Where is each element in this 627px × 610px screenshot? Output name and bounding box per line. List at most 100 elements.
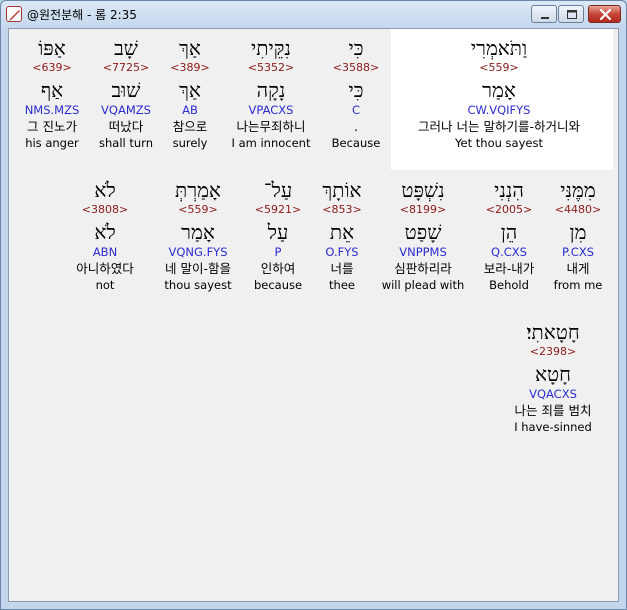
morphology-code: P: [274, 245, 282, 259]
hebrew-word: חָטָאתִי׃: [526, 320, 580, 344]
strong-number[interactable]: <5921>: [254, 202, 302, 218]
word-block-row2-2[interactable]: אָמַרְתְּ <559> אָמַר VQNG.FYS 네 말이-함을 t…: [164, 178, 231, 293]
morphology-code: VQACXS: [529, 387, 577, 401]
morphology-code: Q.CXS: [491, 245, 527, 259]
window-bottom-border: [1, 602, 626, 609]
korean-gloss: 심판하리라: [394, 261, 452, 276]
strong-number[interactable]: <639>: [25, 60, 80, 76]
english-gloss: his anger: [25, 136, 79, 150]
strong-number[interactable]: <5352>: [232, 60, 311, 76]
hebrew-word: נִשְׁפָּט: [401, 178, 445, 202]
word-block-row1-6-selected[interactable]: וַתֹּאמְרִי <559> אָמַר CW.VQIFYS 그러나 너는…: [418, 36, 580, 151]
hebrew-word: שָׁב: [114, 36, 138, 60]
word-block-row3-1[interactable]: חָטָאתִי׃ <2398> חָטָא VQACXS 나는 죄를 범치 I…: [514, 320, 592, 435]
strong-number[interactable]: <853>: [322, 202, 361, 218]
word-block-row2-6[interactable]: הִנְנִי <2005> הֵן Q.CXS 보라-내가 Behold: [484, 178, 535, 293]
korean-gloss: 인하여: [260, 261, 296, 276]
korean-gloss: 네 말이-함을: [165, 261, 231, 276]
hebrew-lemma: מִן: [569, 220, 587, 244]
english-gloss: shall turn: [99, 136, 153, 150]
hebrew-word: מִמֶּנִּי: [560, 178, 596, 202]
english-gloss: because: [253, 278, 303, 292]
morphology-code: C: [351, 103, 361, 117]
word-block-row1-1[interactable]: אַפּוֹ <639> אַף NMS.MZS 그 진노가 his anger: [25, 36, 80, 151]
word-block-row1-5[interactable]: כִּי <3588> כִּי C . Because: [332, 36, 381, 151]
english-gloss: will plead with: [381, 278, 465, 292]
korean-gloss: 나는 죄를 범치: [514, 403, 592, 418]
hebrew-lemma: לֹא: [94, 220, 116, 244]
morphology-code: VQNG.FYS: [168, 245, 228, 259]
close-icon: [599, 8, 612, 21]
strong-number[interactable]: <8199>: [382, 202, 465, 218]
minimize-icon: [541, 17, 549, 19]
word-block-row1-4[interactable]: נִקֵּיתִי <5352> נָקָה VPACXS 나는무죄하니 I a…: [232, 36, 311, 151]
english-gloss: Because: [331, 136, 381, 150]
hebrew-lemma: עַל: [267, 220, 289, 244]
hebrew-lemma: הֵן: [500, 220, 518, 244]
hebrew-word: הִנְנִי: [494, 178, 524, 202]
english-gloss: not: [95, 278, 115, 292]
hebrew-lemma: חָטָא: [535, 362, 571, 386]
english-gloss: surely: [172, 136, 208, 150]
morphology-code: VPACXS: [248, 103, 294, 117]
korean-gloss: .: [354, 119, 358, 134]
korean-gloss: 참으로: [172, 119, 208, 134]
word-block-row2-4[interactable]: אוֹתָךְ <853> אֵת O.FYS 너를 thee: [322, 178, 361, 293]
english-gloss: from me: [553, 278, 603, 292]
strong-number[interactable]: <7725>: [99, 60, 153, 76]
hebrew-word: אַפּוֹ: [38, 36, 66, 60]
strong-number[interactable]: <4480>: [554, 202, 603, 218]
word-block-row2-1[interactable]: לֹא <3808> לֹא ABN 아니하였다 not: [76, 178, 134, 293]
korean-gloss: 나는무죄하니: [236, 119, 306, 134]
word-block-row2-5[interactable]: נִשְׁפָּט <8199> שָׁפַט VNPPMS 심판하리라 wil…: [382, 178, 465, 293]
minimize-button[interactable]: [531, 5, 557, 23]
strong-number[interactable]: <559>: [164, 202, 231, 218]
hebrew-lemma: אֵת: [329, 220, 355, 244]
maximize-icon: [567, 10, 577, 19]
hebrew-word: אָמַרְתְּ: [175, 178, 221, 202]
morphology-code: VNPPMS: [399, 245, 447, 259]
english-gloss: I have-sinned: [514, 420, 592, 434]
korean-gloss: 보라-내가: [483, 261, 535, 276]
english-gloss: Yet thou sayest: [455, 136, 543, 150]
korean-gloss: 너를: [330, 261, 354, 276]
morphology-code: NMS.MZS: [24, 103, 80, 117]
analysis-panel[interactable]: אַפּוֹ <639> אַף NMS.MZS 그 진노가 his anger…: [8, 28, 619, 602]
hebrew-lemma: כִּי: [348, 78, 364, 102]
hebrew-lemma: אָמַר: [181, 220, 215, 244]
close-button[interactable]: [588, 5, 621, 23]
hebrew-lemma: אַךְ: [179, 78, 201, 102]
strong-number[interactable]: <3588>: [332, 60, 381, 76]
bible-app-icon[interactable]: [6, 6, 22, 22]
strong-number[interactable]: <2398>: [514, 344, 592, 360]
english-gloss: Behold: [489, 278, 529, 292]
korean-gloss: 그러나 너는 말하기를-하거니와: [418, 119, 580, 134]
morphology-code: CW.VQIFYS: [467, 103, 531, 117]
hebrew-word: נִקֵּיתִי: [251, 36, 291, 60]
word-block-row1-3[interactable]: אַךְ <389> אַךְ AB 참으로 surely: [170, 36, 209, 151]
morphology-code: ABN: [92, 245, 118, 259]
hebrew-word: עַל־: [263, 178, 293, 202]
hebrew-lemma: נָקָה: [256, 78, 286, 102]
word-block-row2-7[interactable]: מִמֶּנִּי <4480> מִן P.CXS 내게 from me: [554, 178, 603, 293]
strong-number[interactable]: <2005>: [484, 202, 535, 218]
strong-number[interactable]: <389>: [170, 60, 209, 76]
hebrew-word: וַתֹּאמְרִי: [470, 36, 528, 60]
word-block-row1-2[interactable]: שָׁב <7725> שׁוּב VQAMZS 떠났다 shall turn: [99, 36, 153, 151]
english-gloss: thee: [329, 278, 355, 292]
morphology-code: AB: [182, 103, 198, 117]
maximize-button[interactable]: [558, 5, 584, 23]
strong-number[interactable]: <3808>: [76, 202, 134, 218]
english-gloss: thou sayest: [164, 278, 232, 292]
app-window: @원전분해 - 롬 2:35 אַפּוֹ <639> אַף NMS.MZS: [0, 0, 627, 610]
title-bar[interactable]: @원전분해 - 롬 2:35: [1, 1, 626, 27]
korean-gloss: 떠났다: [108, 119, 144, 134]
korean-gloss: 아니하였다: [76, 261, 134, 276]
window-title: @원전분해 - 롬 2:35: [27, 8, 137, 22]
english-gloss: I am innocent: [231, 136, 311, 150]
hebrew-lemma: אָמַר: [482, 78, 516, 102]
hebrew-lemma: אַף: [40, 78, 64, 102]
morphology-code: P.CXS: [561, 245, 595, 259]
strong-number[interactable]: <559>: [418, 60, 580, 76]
word-block-row2-3[interactable]: עַל־ <5921> עַל P 인하여 because: [254, 178, 302, 293]
